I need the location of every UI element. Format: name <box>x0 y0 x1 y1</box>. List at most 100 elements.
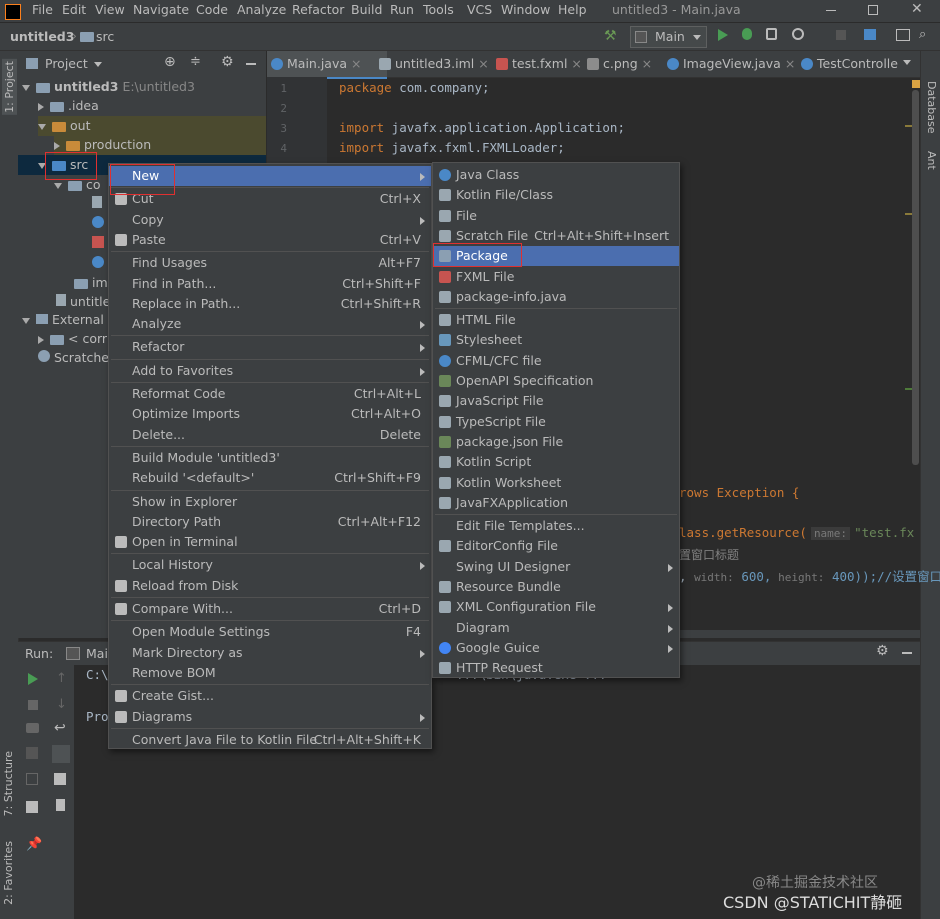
menu-item-paste[interactable]: Paste Ctrl+V <box>109 230 431 250</box>
arrow-up-icon[interactable]: ↑ <box>56 671 67 686</box>
menu-item-refactor[interactable]: Refactor <box>109 337 431 357</box>
menu-item-optimize-imports[interactable]: Optimize Imports Ctrl+Alt+O <box>109 404 431 424</box>
breadcrumb-project[interactable]: untitled3 <box>10 29 74 44</box>
soft-wrap-icon[interactable]: ↩ <box>54 720 66 736</box>
menu-edit[interactable]: Edit <box>62 2 86 17</box>
close-tab-icon[interactable]: × <box>351 56 361 71</box>
hide-icon[interactable] <box>902 652 912 654</box>
menu-code[interactable]: Code <box>196 2 228 17</box>
profile-icon[interactable] <box>792 28 804 40</box>
menu-item-copy[interactable]: Copy <box>109 210 431 230</box>
menu-item-mark-directory-as[interactable]: Mark Directory as <box>109 643 431 663</box>
menu-item-openapi-specification[interactable]: OpenAPI Specification <box>433 371 679 391</box>
menu-item-reformat-code[interactable]: Reformat Code Ctrl+Alt+L <box>109 384 431 404</box>
tab-imageview-java[interactable]: ImageView.java × <box>663 51 808 77</box>
menu-item-convert-java-file-to-kotlin-file[interactable]: Convert Java File to Kotlin File Ctrl+Alt… <box>109 730 431 750</box>
tree-item-fxml[interactable] <box>92 234 104 254</box>
dump-threads-icon[interactable] <box>26 747 38 759</box>
tree-item-jdk[interactable]: < corr <box>38 329 107 349</box>
exit-icon[interactable] <box>26 773 38 785</box>
gear-icon[interactable]: ⚙ <box>221 54 234 70</box>
tree-item-class[interactable] <box>92 214 104 234</box>
locate-icon[interactable]: ⊕ <box>164 54 176 70</box>
menu-item-diagram[interactable]: Diagram <box>433 618 679 638</box>
menu-item-reload-from-disk[interactable]: Reload from Disk <box>109 576 431 596</box>
code-fragment[interactable]: rows Exception { <box>679 485 799 500</box>
menu-item-create-gist[interactable]: Create Gist... <box>109 686 431 706</box>
project-tool-button[interactable]: 1: Project <box>2 59 17 115</box>
tree-item-root[interactable]: untitled3 E:\untitled3 <box>22 77 195 97</box>
menu-item-package-info-java[interactable]: package-info.java <box>433 287 679 307</box>
menu-item-fxml-file[interactable]: FXML File <box>433 267 679 287</box>
tab-test-fxml[interactable]: test.fxml × <box>492 51 597 77</box>
menu-item-editorconfig-file[interactable]: EditorConfig File <box>433 536 679 556</box>
menu-item-kotlin-script[interactable]: Kotlin Script <box>433 452 679 472</box>
menu-item-open-module-settings[interactable]: Open Module Settings F4 <box>109 622 431 642</box>
menu-item-resource-bundle[interactable]: Resource Bundle <box>433 577 679 597</box>
code-line[interactable]: import javafx.application.Application; <box>339 120 625 135</box>
menu-item-directory-path[interactable]: Directory Path Ctrl+Alt+F12 <box>109 512 431 532</box>
menu-item-find-in-path[interactable]: Find in Path... Ctrl+Shift+F <box>109 274 431 294</box>
menu-item-package-json-file[interactable]: package.json File <box>433 432 679 452</box>
trash-icon[interactable] <box>56 799 65 811</box>
run-tab[interactable]: Mai <box>86 646 108 661</box>
close-tab-icon[interactable]: × <box>642 56 652 71</box>
code-line[interactable]: import javafx.fxml.FXMLLoader; <box>339 140 565 155</box>
gear-icon[interactable]: ⚙ <box>876 643 889 659</box>
tree-item-idea[interactable]: .idea <box>38 96 99 116</box>
menu-item-find-usages[interactable]: Find Usages Alt+F7 <box>109 253 431 273</box>
menu-tools[interactable]: Tools <box>423 2 454 17</box>
minimize-icon[interactable] <box>826 10 836 11</box>
menu-item-http-request[interactable]: HTTP Request <box>433 658 679 678</box>
menu-item-local-history[interactable]: Local History <box>109 555 431 575</box>
menu-item-build-module-untitled3[interactable]: Build Module 'untitled3' <box>109 448 431 468</box>
menu-refactor[interactable]: Refactor <box>292 2 344 17</box>
structure-tool-button[interactable]: 7: Structure <box>2 751 15 816</box>
menu-item-replace-in-path[interactable]: Replace in Path... Ctrl+Shift+R <box>109 294 431 314</box>
menu-item-stylesheet[interactable]: Stylesheet <box>433 330 679 350</box>
close-tab-icon[interactable]: × <box>785 56 795 71</box>
menu-item-java-class[interactable]: Java Class <box>433 165 679 185</box>
tree-item-iml[interactable]: untitle <box>56 292 110 312</box>
menu-navigate[interactable]: Navigate <box>133 2 189 17</box>
menu-file[interactable]: File <box>32 2 53 17</box>
tree-item-scratches[interactable]: Scratches <box>38 348 116 368</box>
project-structure-icon[interactable] <box>864 29 876 40</box>
collapse-icon[interactable]: ≑ <box>190 54 201 69</box>
warning-marker-icon[interactable] <box>912 80 920 88</box>
tab-iml[interactable]: untitled3.iml × <box>375 51 505 77</box>
ant-tool-button[interactable]: Ant <box>925 151 938 170</box>
menu-item-add-to-favorites[interactable]: Add to Favorites <box>109 361 431 381</box>
layout-icon[interactable] <box>26 801 38 813</box>
menu-item-javascript-file[interactable]: JavaScript File <box>433 391 679 411</box>
rerun-icon[interactable] <box>28 673 38 685</box>
menu-item-html-file[interactable]: HTML File <box>433 310 679 330</box>
tab-c-png[interactable]: c.png × <box>583 51 675 77</box>
run-icon[interactable] <box>718 29 728 41</box>
tab-testcontroller[interactable]: TestControlle <box>797 51 917 77</box>
close-tab-icon[interactable]: × <box>478 56 488 71</box>
scroll-to-end-icon[interactable] <box>52 745 70 763</box>
run-config-select[interactable]: Main <box>630 26 707 48</box>
tab-overflow-icon[interactable] <box>903 60 911 65</box>
menu-run[interactable]: Run <box>390 2 414 17</box>
tree-item-external[interactable]: External l <box>22 310 111 330</box>
menu-item-analyze[interactable]: Analyze <box>109 314 431 334</box>
menu-item-open-in-terminal[interactable]: Open in Terminal <box>109 532 431 552</box>
menu-item-kotlin-worksheet[interactable]: Kotlin Worksheet <box>433 473 679 493</box>
print-icon[interactable] <box>54 773 66 785</box>
tab-main-java[interactable]: Main.java × <box>267 51 387 79</box>
database-tool-button[interactable]: Database <box>925 81 938 134</box>
menu-item-xml-configuration-file[interactable]: XML Configuration File <box>433 597 679 617</box>
tree-item-file[interactable] <box>92 194 102 214</box>
stop-icon[interactable] <box>28 700 38 710</box>
close-tab-icon[interactable]: × <box>571 56 581 71</box>
menu-item-delete[interactable]: Delete... Delete <box>109 425 431 445</box>
hammer-icon[interactable]: ⚒ <box>604 28 617 44</box>
stop-icon[interactable] <box>836 30 846 40</box>
menu-vcs[interactable]: VCS <box>467 2 492 17</box>
search-icon[interactable]: ⌕ <box>919 27 926 42</box>
pin-icon[interactable]: 📌 <box>26 837 42 852</box>
maximize-icon[interactable] <box>868 5 878 15</box>
menu-item-cfml-cfc-file[interactable]: CFML/CFC file <box>433 351 679 371</box>
